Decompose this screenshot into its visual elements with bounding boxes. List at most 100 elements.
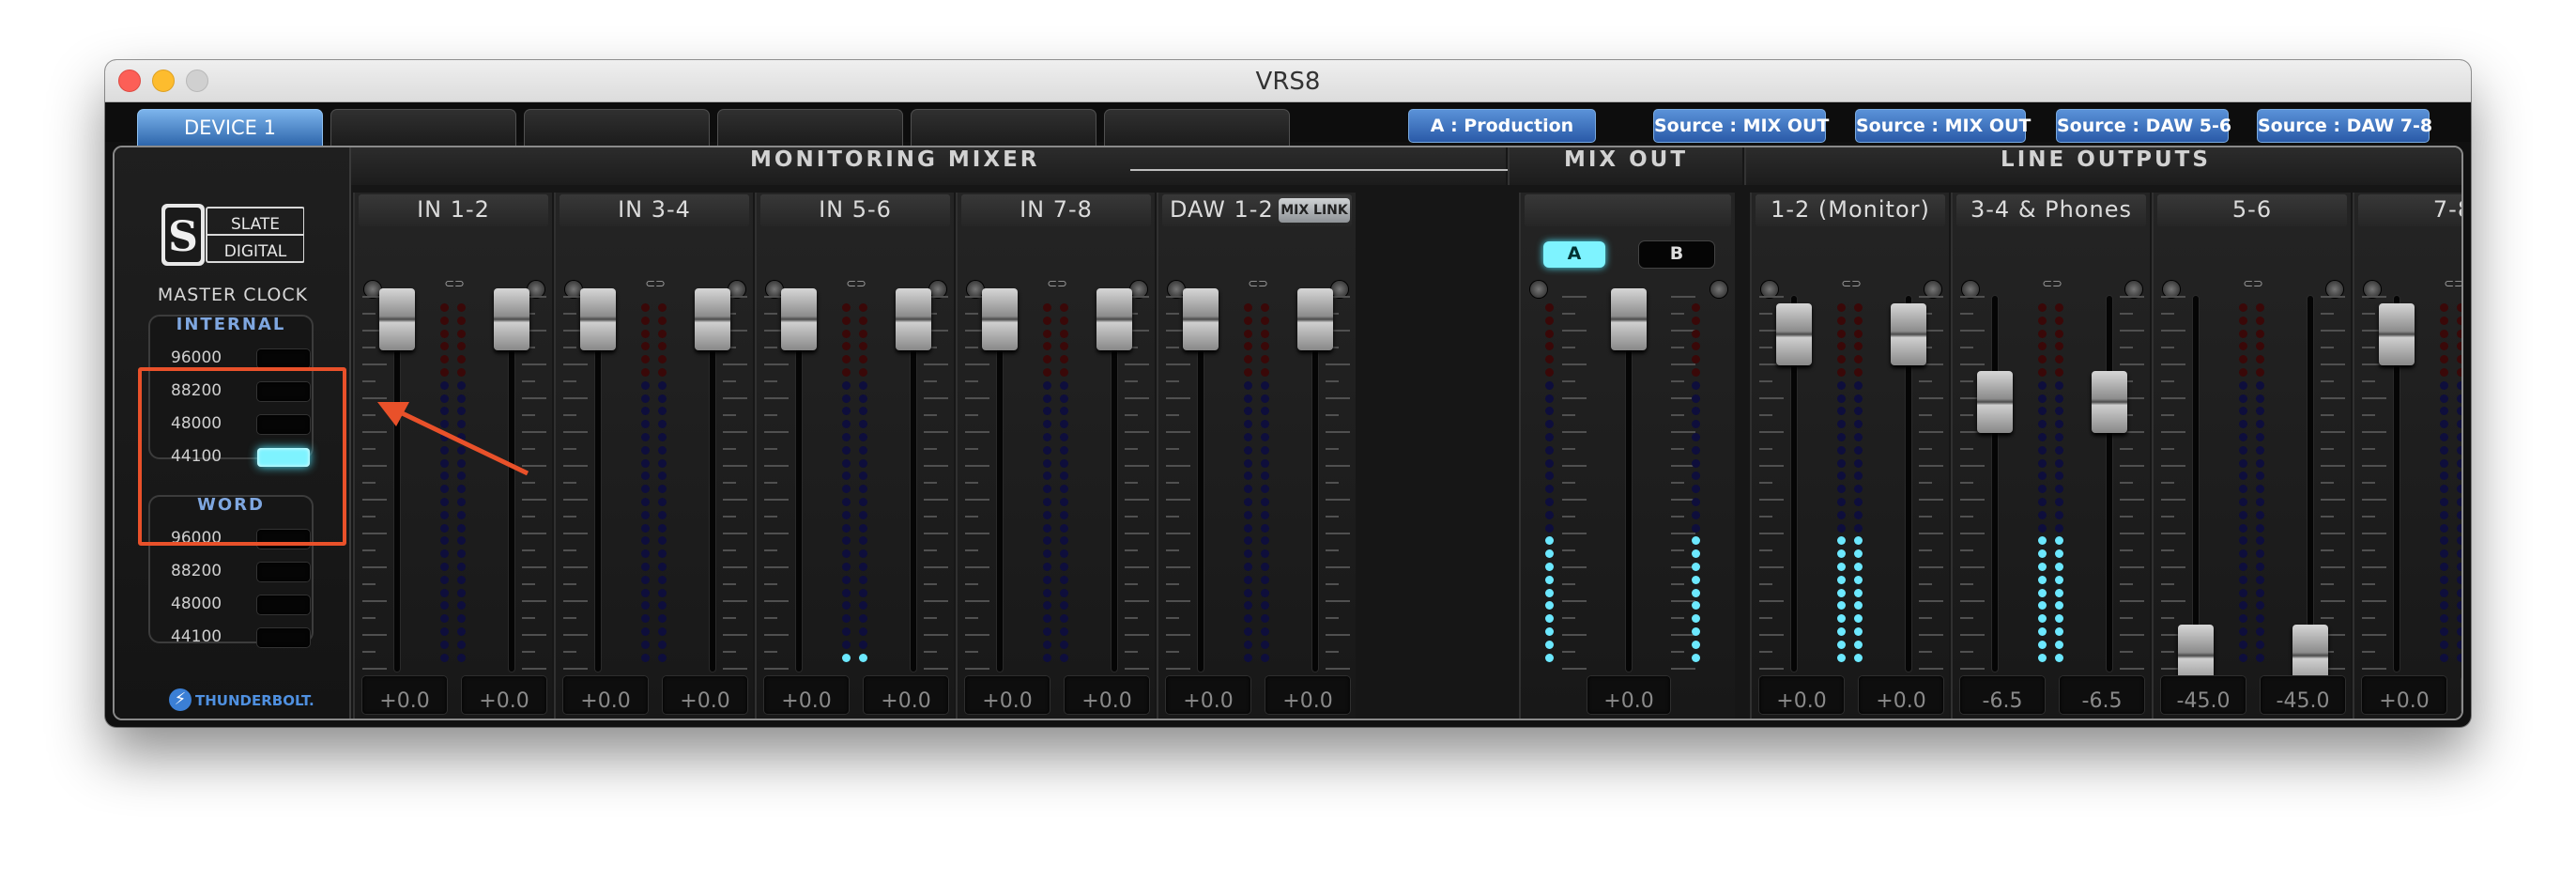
gain-readout[interactable]: +0.0: [2362, 676, 2446, 714]
output-3-4-source-button[interactable]: Source : MIX OUT: [1855, 109, 2031, 143]
meter-led: [2038, 420, 2047, 429]
output-7-8-source-button[interactable]: Source : DAW 7-8: [2257, 109, 2432, 143]
stereo-link-icon[interactable]: ⊂⊃: [641, 277, 669, 292]
stereo-link-icon[interactable]: ⊂⊃: [842, 277, 870, 292]
gain-readout[interactable]: +0.0: [663, 676, 747, 714]
scale-tick: [2362, 347, 2375, 348]
device-tab-3[interactable]: [524, 109, 710, 147]
meter-led: [842, 601, 851, 611]
rate-indicator[interactable]: [257, 563, 310, 581]
output-5-6-source-button[interactable]: Source : DAW 5-6: [2056, 109, 2231, 143]
gain-readout[interactable]: +0.0: [764, 676, 849, 714]
meter-led: [1545, 575, 1554, 584]
slate-digital-logo: S SLATE DIGITAL: [161, 204, 304, 266]
scale-tick: [1166, 533, 1190, 534]
fader-knob[interactable]: [1096, 288, 1132, 350]
scale-tick: [2120, 583, 2133, 585]
fader-knob[interactable]: [1776, 303, 1812, 365]
meter-led: [842, 394, 851, 403]
gain-readout[interactable]: +0.0: [965, 676, 1050, 714]
rate-indicator[interactable]: [257, 595, 310, 614]
rate-indicator[interactable]: [257, 349, 310, 368]
scale-tick: [2120, 651, 2133, 653]
gain-readout[interactable]: +0.0: [1587, 676, 1670, 714]
rate-label: 44100: [171, 627, 222, 646]
gain-readout[interactable]: +0.0: [462, 676, 546, 714]
scale-tick: [2321, 533, 2345, 534]
stereo-link-icon[interactable]: ⊂⊃: [1837, 277, 1865, 292]
gain-readout[interactable]: +0.0: [1759, 676, 1844, 714]
meter-led: [658, 588, 667, 597]
pan-knob[interactable]: [1710, 281, 1727, 298]
fader-knob[interactable]: [781, 288, 817, 350]
meter-led: [1545, 640, 1554, 649]
word-rate-row[interactable]: 48000: [160, 593, 310, 619]
gain-readout[interactable]: -6.5: [1960, 676, 2045, 714]
scale-tick: [2321, 465, 2345, 467]
fader-knob[interactable]: [1611, 288, 1647, 350]
device-tab-2[interactable]: [330, 109, 516, 147]
stereo-link-icon[interactable]: ⊂⊃: [2239, 277, 2267, 292]
scale-tick: [1960, 296, 1985, 298]
gain-readout[interactable]: -45.0: [2261, 676, 2345, 714]
gain-readout[interactable]: -6.5: [2060, 676, 2144, 714]
pan-knob[interactable]: [1530, 281, 1547, 298]
gain-readout[interactable]: +0.0: [1166, 676, 1250, 714]
scale-tick: [1166, 448, 1179, 450]
gain-readout[interactable]: +0.0: [1065, 676, 1149, 714]
word-rate-row[interactable]: 88200: [160, 560, 310, 586]
gain-readout[interactable]: +0.0: [2461, 676, 2463, 714]
scale-tick: [1960, 668, 1985, 670]
device-tab-5[interactable]: [911, 109, 1096, 147]
scale-tick: [1326, 482, 1339, 484]
mix-a-button[interactable]: A: [1543, 241, 1605, 268]
meter-led: [641, 380, 650, 390]
fader-knob[interactable]: [896, 288, 931, 350]
device-tab-4[interactable]: [717, 109, 903, 147]
stereo-link-icon[interactable]: ⊂⊃: [1244, 277, 1272, 292]
scale-tick: [1326, 448, 1339, 450]
scale-tick: [2161, 431, 2185, 433]
fader-knob[interactable]: [982, 288, 1018, 350]
stereo-link-icon[interactable]: ⊂⊃: [440, 277, 468, 292]
fader-knob[interactable]: [1297, 288, 1333, 350]
fader-knob[interactable]: [2379, 303, 2415, 365]
scale-tick: [965, 668, 989, 670]
fader-knob[interactable]: [1891, 303, 1926, 365]
stereo-link-icon[interactable]: ⊂⊃: [1043, 277, 1071, 292]
fader-knob[interactable]: [494, 288, 529, 350]
gain-readout[interactable]: +0.0: [1265, 676, 1350, 714]
scale-tick: [1326, 668, 1350, 670]
gain-readout[interactable]: +0.0: [362, 676, 447, 714]
mix-link-button[interactable]: MIX LINK: [1279, 198, 1350, 223]
stereo-link-icon[interactable]: ⊂⊃: [2440, 277, 2461, 292]
device-tab-1[interactable]: DEVICE 1: [137, 109, 323, 147]
meter-led: [1043, 342, 1051, 351]
fader-knob[interactable]: [2092, 371, 2127, 433]
meter-led: [1244, 355, 1252, 364]
meter-led: [1261, 498, 1269, 506]
fader-knob[interactable]: [1977, 371, 2013, 433]
mix-b-button[interactable]: B: [1639, 241, 1714, 268]
gain-readout[interactable]: -45.0: [2161, 676, 2246, 714]
rate-indicator[interactable]: [257, 628, 310, 647]
gain-readout[interactable]: +0.0: [1859, 676, 1943, 714]
fader-knob[interactable]: [695, 288, 730, 350]
meter-led: [2239, 420, 2247, 429]
gain-readout[interactable]: +0.0: [864, 676, 948, 714]
fader-knob[interactable]: [580, 288, 616, 350]
scale-tick: [2321, 600, 2345, 602]
stereo-link-icon[interactable]: ⊂⊃: [2038, 277, 2066, 292]
output-1-2-source-button[interactable]: Source : MIX OUT: [1653, 109, 1829, 143]
device-tab-6[interactable]: [1104, 109, 1290, 147]
fader-knob[interactable]: [1183, 288, 1219, 350]
fader-knob[interactable]: [379, 288, 415, 350]
level-meter: [2036, 303, 2068, 670]
word-rate-row[interactable]: 44100: [160, 626, 310, 652]
gain-readout[interactable]: +0.0: [563, 676, 648, 714]
scale-tick: [764, 347, 777, 348]
mix-source-button[interactable]: A : Production: [1408, 109, 1596, 143]
meter-led: [1060, 614, 1068, 624]
monitoring-mixer-title: MONITORING MIXER: [750, 147, 1040, 172]
meter-led: [1837, 498, 1846, 506]
